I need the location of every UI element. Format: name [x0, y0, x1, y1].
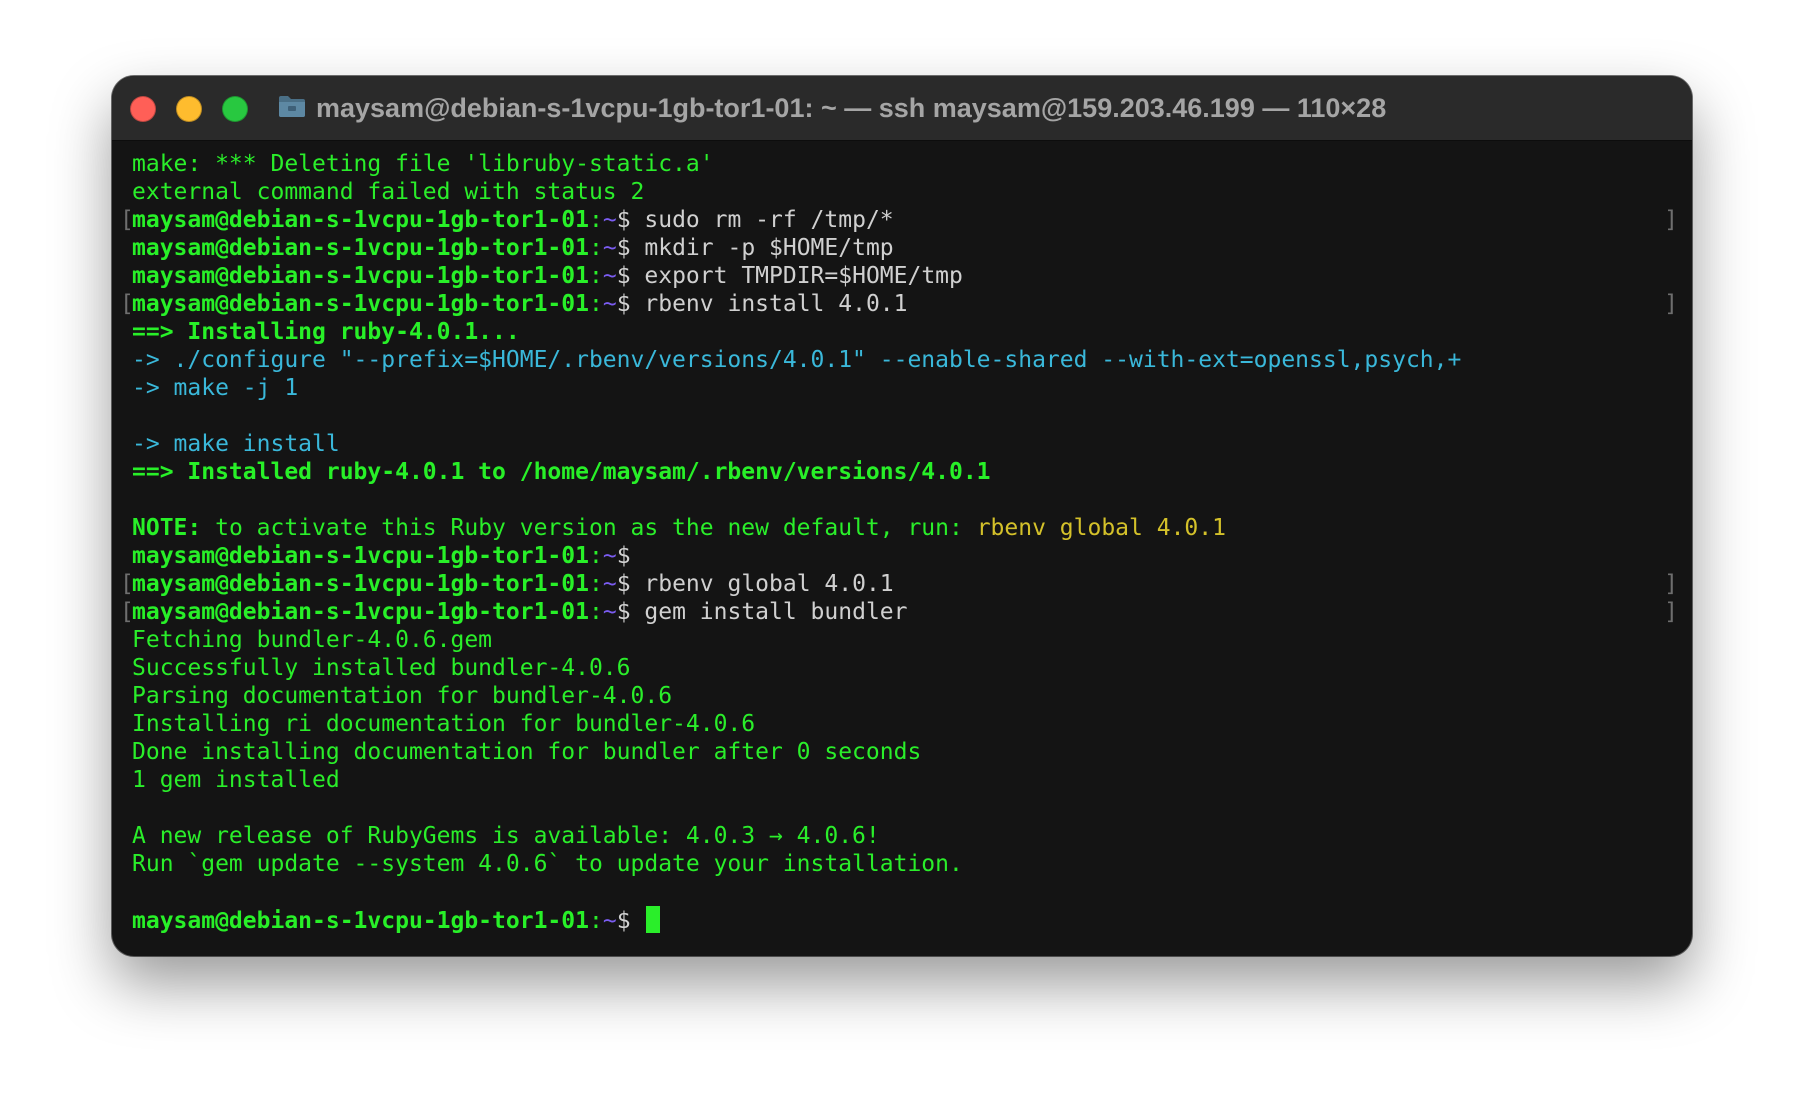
terminal-line: Done installing documentation for bundle… — [132, 739, 922, 765]
terminal-output[interactable]: make: *** Deleting file 'libruby-static.… — [120, 150, 1678, 956]
prompt-user-host: maysam@debian-s-1vcpu-1gb-tor1-01 — [132, 571, 589, 597]
right-bracket: ] — [1664, 571, 1678, 597]
right-bracket: ] — [1664, 291, 1678, 317]
terminal-window: maysam@debian-s-1vcpu-1gb-tor1-01: ~ — s… — [112, 76, 1692, 956]
terminal-line: A new release of RubyGems is available: … — [132, 823, 880, 849]
text-cursor — [646, 906, 661, 933]
terminal-line: Installing ri documentation for bundler-… — [132, 711, 756, 737]
folder-icon — [279, 96, 305, 117]
prompt-path: ~ — [602, 543, 617, 569]
window-title: maysam@debian-s-1vcpu-1gb-tor1-01: ~ — s… — [316, 93, 1387, 123]
prompt-path: ~ — [602, 207, 617, 233]
command-text: gem install bundler — [630, 599, 908, 625]
command-text: export TMPDIR=$HOME/tmp — [630, 263, 963, 289]
prompt-line: maysam@debian-s-1vcpu-1gb-tor1-01:~$ exp… — [132, 263, 963, 289]
prompt-user-host: maysam@debian-s-1vcpu-1gb-tor1-01 — [132, 291, 589, 317]
prompt-path: ~ — [602, 599, 617, 625]
prompt-line: [maysam@debian-s-1vcpu-1gb-tor1-01:~$ rb… — [120, 291, 1678, 317]
prompt-line: [maysam@debian-s-1vcpu-1gb-tor1-01:~$ ge… — [120, 599, 1678, 625]
terminal-line: Fetching bundler-4.0.6.gem — [132, 627, 493, 653]
terminal-line: -> make -j 1 — [132, 375, 299, 401]
command-text: sudo rm -rf /tmp/* — [630, 207, 894, 233]
zoom-icon[interactable] — [222, 96, 248, 122]
terminal-line: 1 gem installed — [132, 767, 340, 793]
prompt-user-host: maysam@debian-s-1vcpu-1gb-tor1-01 — [132, 599, 589, 625]
prompt-line: maysam@debian-s-1vcpu-1gb-tor1-01:~$ — [132, 543, 631, 569]
right-bracket: ] — [1664, 599, 1678, 625]
terminal-line: -> make install — [132, 431, 340, 457]
prompt-user-host: maysam@debian-s-1vcpu-1gb-tor1-01 — [132, 207, 589, 233]
left-bracket: [ — [120, 291, 134, 317]
prompt-user-host: maysam@debian-s-1vcpu-1gb-tor1-01 — [132, 235, 589, 261]
terminal-line: Run `gem update --system 4.0.6` to updat… — [132, 851, 963, 877]
prompt-user-host: maysam@debian-s-1vcpu-1gb-tor1-01 — [132, 263, 589, 289]
terminal-line: ==> Installing ruby-4.0.1... — [132, 319, 520, 345]
prompt-path: ~ — [602, 235, 617, 261]
prompt-user-host: maysam@debian-s-1vcpu-1gb-tor1-01 — [132, 543, 589, 569]
active-prompt-line[interactable]: maysam@debian-s-1vcpu-1gb-tor1-01:~$ — [132, 906, 1678, 934]
prompt-line: [maysam@debian-s-1vcpu-1gb-tor1-01:~$ su… — [120, 207, 1678, 233]
prompt-user-host: maysam@debian-s-1vcpu-1gb-tor1-01 — [132, 908, 589, 934]
prompt-path: ~ — [602, 908, 617, 934]
right-bracket: ] — [1664, 207, 1678, 233]
left-bracket: [ — [120, 207, 134, 233]
prompt-path: ~ — [602, 571, 617, 597]
terminal-line: external command failed with status 2 — [132, 179, 645, 205]
minimize-icon[interactable] — [176, 96, 202, 122]
terminal-line: ==> Installed ruby-4.0.1 to /home/maysam… — [132, 459, 991, 485]
close-icon[interactable] — [130, 96, 156, 122]
command-text: rbenv global 4.0.1 — [630, 571, 894, 597]
prompt-line: maysam@debian-s-1vcpu-1gb-tor1-01:~$ mkd… — [132, 235, 894, 261]
terminal-line: -> ./configure "--prefix=$HOME/.rbenv/ve… — [132, 347, 1462, 373]
terminal-line: make: *** Deleting file 'libruby-static.… — [132, 151, 714, 177]
left-bracket: [ — [120, 571, 134, 597]
prompt-path: ~ — [602, 291, 617, 317]
prompt-line: [maysam@debian-s-1vcpu-1gb-tor1-01:~$ rb… — [120, 571, 1678, 597]
command-text: rbenv install 4.0.1 — [630, 291, 908, 317]
terminal-line: Parsing documentation for bundler-4.0.6 — [132, 683, 673, 709]
title-bar[interactable]: maysam@debian-s-1vcpu-1gb-tor1-01: ~ — s… — [112, 76, 1692, 141]
left-bracket: [ — [120, 599, 134, 625]
prompt-path: ~ — [602, 263, 617, 289]
command-text: mkdir -p $HOME/tmp — [630, 235, 894, 261]
terminal-line: Successfully installed bundler-4.0.6 — [132, 655, 631, 681]
terminal-line: NOTE: to activate this Ruby version as t… — [132, 515, 1226, 541]
